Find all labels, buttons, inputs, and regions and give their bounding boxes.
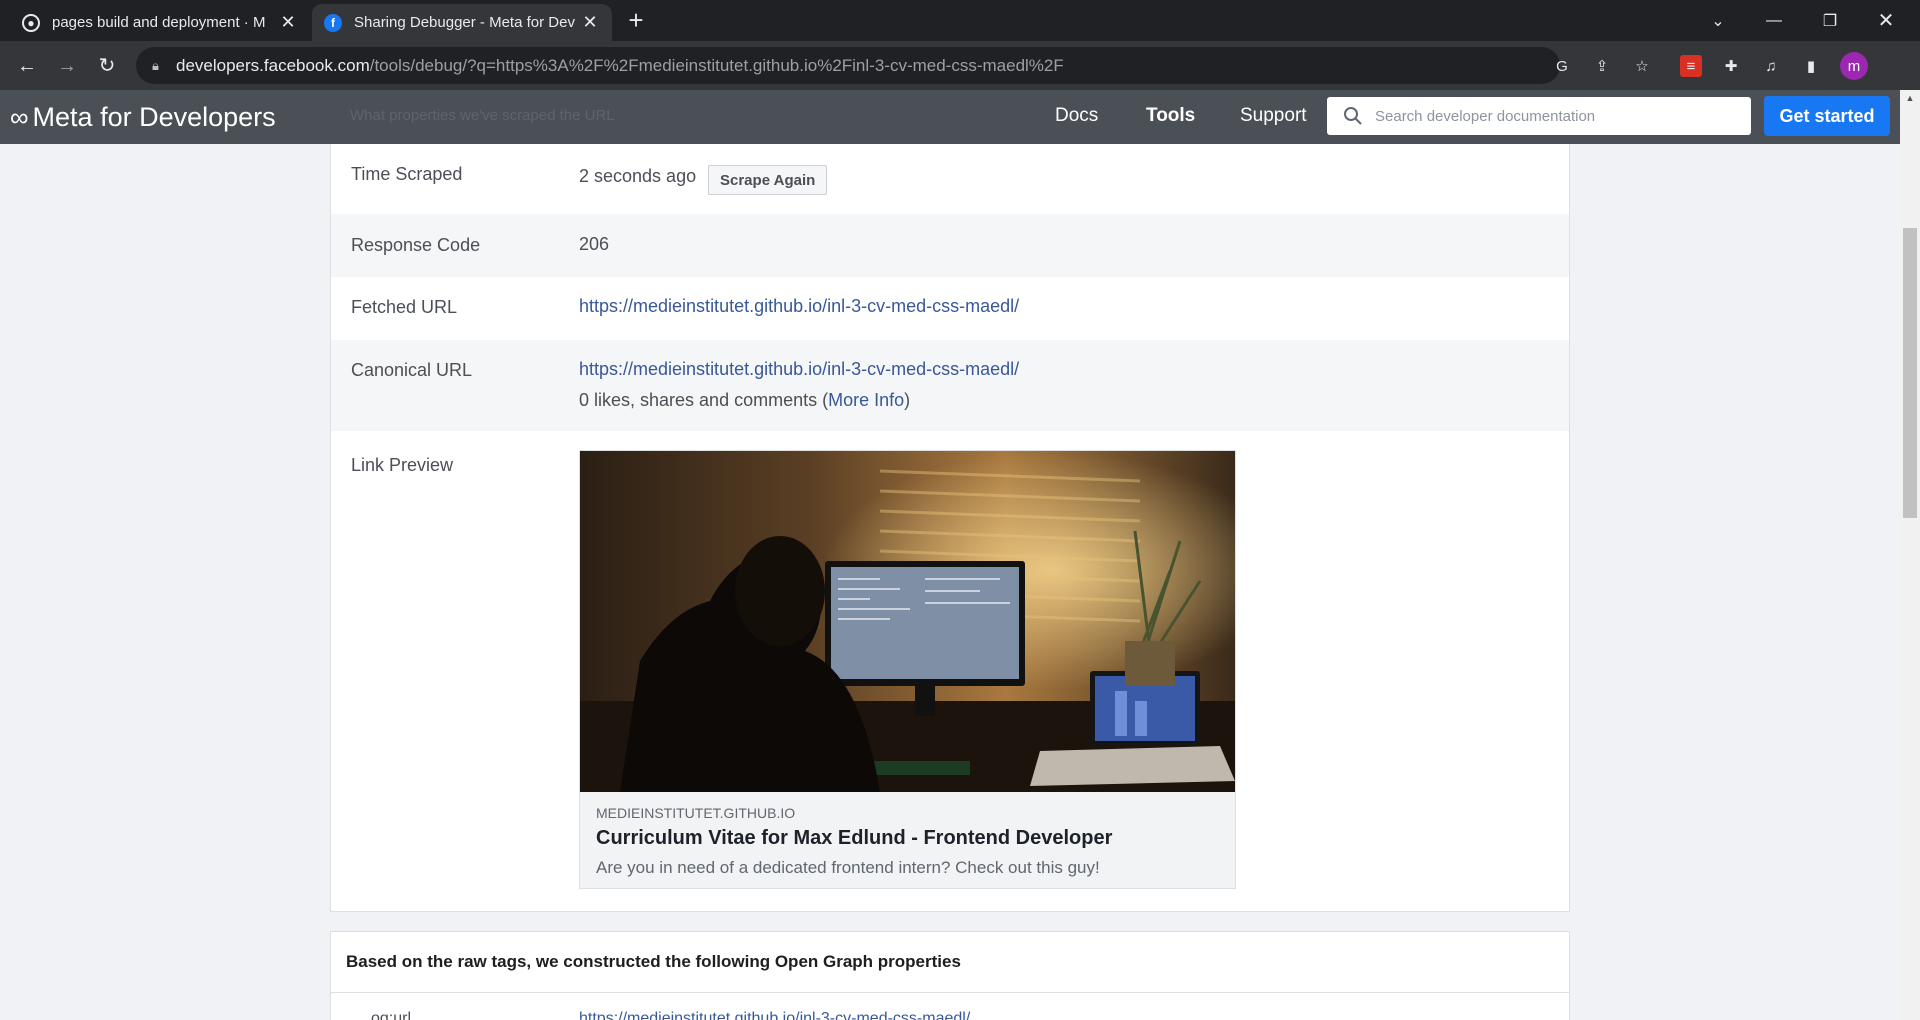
nav-support[interactable]: Support xyxy=(1240,105,1307,127)
site-header: ∞ Meta for Developers What properties we… xyxy=(0,90,1900,144)
back-button[interactable]: ← xyxy=(13,52,41,80)
restore-button[interactable]: ❐ xyxy=(1802,0,1858,41)
row-label: Link Preview xyxy=(351,455,454,475)
close-icon[interactable]: ✕ xyxy=(278,12,298,33)
row-fetched-url: Fetched URL https://medieinstitutet.gith… xyxy=(331,277,1569,340)
new-tab-button[interactable]: + xyxy=(622,6,650,34)
google-icon[interactable]: G xyxy=(1551,55,1573,77)
time-scraped-value: 2 seconds ago xyxy=(579,166,697,186)
doc-search[interactable] xyxy=(1327,97,1751,135)
preview-domain: MEDIEINSTITUTET.GITHUB.IO xyxy=(596,805,796,821)
nav-tools[interactable]: Tools xyxy=(1146,105,1195,127)
preview-image xyxy=(580,451,1235,792)
tab-title: pages build and deployment · M xyxy=(52,14,266,31)
close-icon[interactable]: ✕ xyxy=(580,12,600,33)
profile-avatar[interactable]: m xyxy=(1840,52,1868,80)
minimize-button[interactable]: — xyxy=(1746,0,1802,41)
scrape-again-button[interactable]: Scrape Again xyxy=(708,165,828,195)
og-property-label: og:url xyxy=(371,1010,412,1020)
row-label: Canonical URL xyxy=(351,360,473,380)
media-control-icon[interactable]: ♫ xyxy=(1760,55,1782,77)
url-host: developers.facebook.com xyxy=(176,55,370,75)
address-bar[interactable]: 🔒︎ developers.facebook.com /tools/debug/… xyxy=(136,47,1560,84)
row-canonical-url: Canonical URL https://medieinstitutet.gi… xyxy=(331,340,1569,431)
canonical-url-link[interactable]: https://medieinstitutet.github.io/inl-3-… xyxy=(579,359,1019,380)
browser-tab-bar: ● pages build and deployment · M ✕ f Sha… xyxy=(0,0,1920,41)
response-code-value: 206 xyxy=(579,234,610,254)
bookmark-star-icon[interactable]: ☆ xyxy=(1631,55,1653,77)
search-input[interactable] xyxy=(1375,107,1751,125)
row-response-code: Response Code 206 xyxy=(331,214,1569,277)
get-started-button[interactable]: Get started xyxy=(1764,96,1890,136)
fetched-url-link[interactable]: https://medieinstitutet.github.io/inl-3-… xyxy=(579,296,1019,317)
facebook-icon: f xyxy=(324,13,342,32)
obscured-heading: What properties we've scraped the URL xyxy=(350,107,615,124)
share-icon[interactable]: ⇪ xyxy=(1591,55,1613,77)
meta-logo[interactable]: ∞ Meta for Developers xyxy=(10,100,276,134)
engagement-suffix: ) xyxy=(904,390,911,410)
preview-title: Curriculum Vitae for Max Edlund - Fronte… xyxy=(596,827,1113,849)
engagement-text: 0 likes, shares and comments (More Info) xyxy=(579,390,910,411)
search-icon xyxy=(1344,107,1362,125)
tab-search-icon[interactable]: ⌄ xyxy=(1690,0,1746,41)
preview-description: Are you in need of a dedicated frontend … xyxy=(596,858,1100,877)
forward-button[interactable]: → xyxy=(53,52,81,80)
scroll-up-arrow[interactable]: ▲ xyxy=(1900,90,1920,106)
nav-docs[interactable]: Docs xyxy=(1055,105,1098,127)
extensions-puzzle-icon[interactable]: ✚ xyxy=(1720,55,1742,77)
scrape-results-card: Time Scraped 2 seconds ago Scrape Again … xyxy=(330,144,1570,912)
url-path: /tools/debug/?q=https%3A%2F%2Fmedieinsti… xyxy=(369,55,1064,75)
tab-sharing-debugger[interactable]: f Sharing Debugger - Meta for Dev ✕ xyxy=(312,4,612,41)
browser-toolbar: ← → ↻ 🔒︎ developers.facebook.com /tools/… xyxy=(0,41,1920,90)
page-scrollbar[interactable]: ▲ xyxy=(1900,90,1920,1020)
scroll-thumb[interactable] xyxy=(1903,228,1917,518)
row-label: Response Code xyxy=(351,235,481,255)
preview-meta: MEDIEINSTITUTET.GITHUB.IO Curriculum Vit… xyxy=(596,805,1219,878)
meta-infinity-icon: ∞ xyxy=(10,101,29,132)
tab-title: Sharing Debugger - Meta for Dev xyxy=(354,14,575,31)
logo-text: Meta for Developers xyxy=(32,101,276,132)
side-panel-icon[interactable]: ▮ xyxy=(1800,55,1822,77)
lock-icon[interactable]: 🔒︎ xyxy=(152,58,176,74)
og-property-value[interactable]: https://medieinstitutet.github.io/inl-3-… xyxy=(579,1010,970,1020)
engagement-count: 0 likes, shares and comments ( xyxy=(579,390,829,410)
github-icon: ● xyxy=(22,13,40,32)
window-close-button[interactable]: ✕ xyxy=(1858,0,1914,41)
row-label: Time Scraped xyxy=(351,164,463,184)
row-label: Fetched URL xyxy=(351,297,458,317)
tab-pages-build[interactable]: ● pages build and deployment · M ✕ xyxy=(10,4,310,41)
more-info-link[interactable]: More Info xyxy=(828,390,904,410)
divider xyxy=(331,992,1569,993)
reload-button[interactable]: ↻ xyxy=(93,52,121,80)
developer-at-computer-image xyxy=(580,451,1235,792)
todoist-extension-icon[interactable]: ≡ xyxy=(1680,55,1702,77)
row-time-scraped: Time Scraped 2 seconds ago Scrape Again xyxy=(331,144,1569,214)
open-graph-card: Based on the raw tags, we constructed th… xyxy=(330,931,1570,1020)
link-preview-card[interactable]: MEDIEINSTITUTET.GITHUB.IO Curriculum Vit… xyxy=(579,450,1236,889)
og-heading: Based on the raw tags, we constructed th… xyxy=(346,952,961,971)
